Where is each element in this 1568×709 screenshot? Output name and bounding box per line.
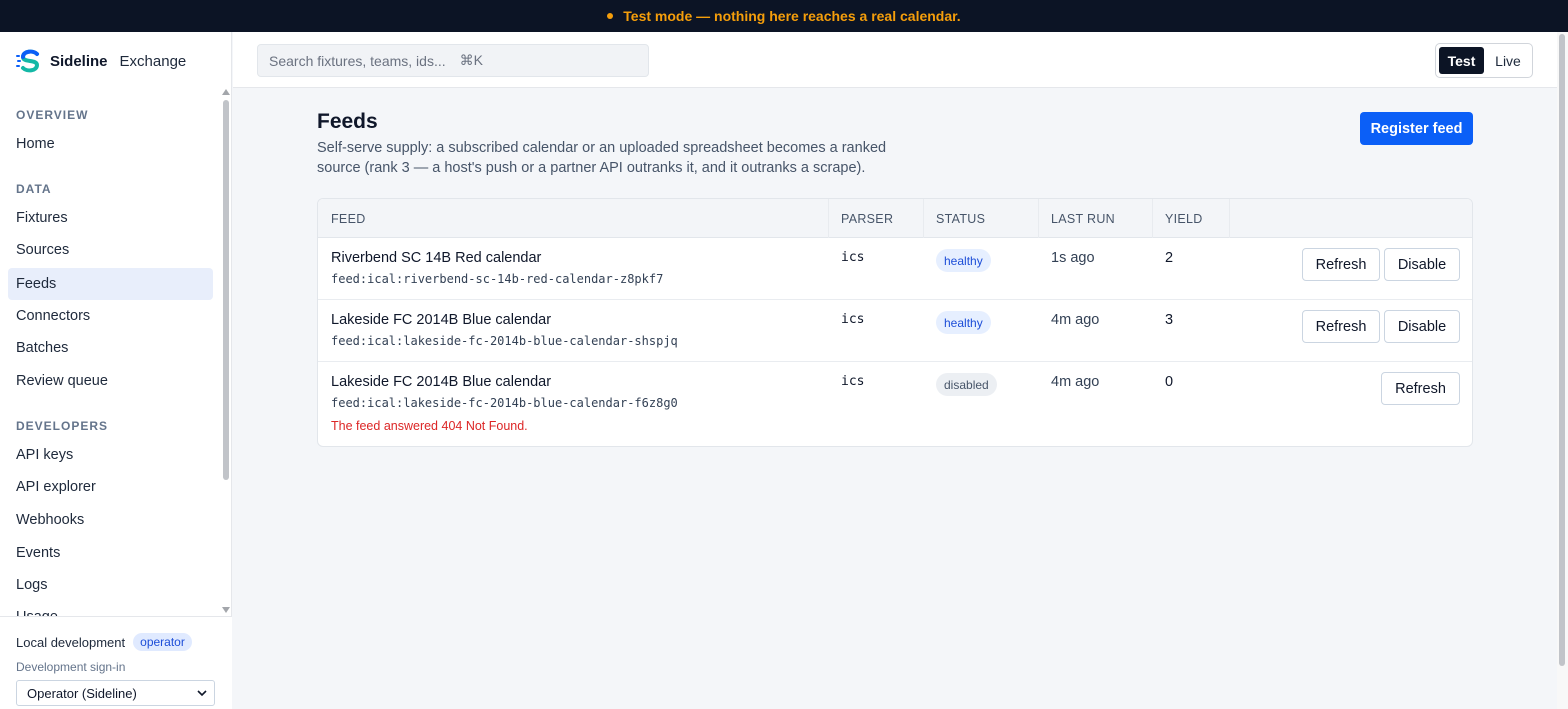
sidebar: Sideline Exchange OVERVIEW Home DATA Fixt… bbox=[0, 32, 232, 709]
section-overview: OVERVIEW bbox=[16, 108, 89, 122]
refresh-button[interactable]: Refresh bbox=[1302, 248, 1380, 281]
sidebar-item-usage[interactable]: Usage bbox=[8, 601, 213, 616]
feed-error-message: The feed answered 404 Not Found. bbox=[331, 419, 528, 433]
brand-suffix: Exchange bbox=[119, 52, 187, 70]
column-divider bbox=[828, 199, 829, 238]
column-divider bbox=[1229, 199, 1230, 238]
table-row: Riverbend SC 14B Red calendar feed:ical:… bbox=[318, 238, 1472, 300]
status-badge: healthy bbox=[936, 249, 991, 272]
column-feed: FEED bbox=[331, 212, 366, 226]
mode-toggle: Test Live bbox=[1435, 43, 1533, 78]
sidebar-item-home[interactable]: Home bbox=[8, 128, 213, 160]
sidebar-item-api-explorer[interactable]: API explorer bbox=[8, 471, 213, 503]
sidebar-item-logs[interactable]: Logs bbox=[8, 569, 213, 601]
feed-parser: ics bbox=[841, 250, 865, 265]
section-data: DATA bbox=[16, 182, 52, 196]
sidebar-item-review-queue[interactable]: Review queue bbox=[8, 365, 213, 397]
sidebar-scroll-thumb[interactable] bbox=[223, 100, 229, 480]
feeds-table: FEED PARSER STATUS LAST RUN YIELD Riverb… bbox=[317, 198, 1473, 447]
column-parser: PARSER bbox=[841, 212, 894, 226]
disable-button[interactable]: Disable bbox=[1384, 310, 1460, 343]
feed-last-run: 4m ago bbox=[1051, 374, 1100, 390]
page-scrollbar[interactable] bbox=[1557, 32, 1568, 709]
main-content: Feeds Self-serve supply: a subscribed ca… bbox=[317, 110, 1473, 447]
signin-select-value: Operator (Sideline) bbox=[27, 685, 137, 701]
test-mode-banner: Test mode — nothing here reaches a real … bbox=[0, 0, 1568, 32]
page-title: Feeds bbox=[317, 110, 378, 133]
refresh-button[interactable]: Refresh bbox=[1302, 310, 1380, 343]
feed-yield: 3 bbox=[1165, 312, 1174, 328]
column-divider bbox=[1152, 199, 1153, 238]
signin-label: Development sign-in bbox=[16, 660, 126, 674]
sidebar-nav: OVERVIEW Home DATA Fixtures Sources Feed… bbox=[0, 88, 220, 616]
sideline-logo-icon bbox=[16, 49, 40, 73]
column-status: STATUS bbox=[936, 212, 986, 226]
sidebar-footer: Local development operator Development s… bbox=[0, 616, 232, 709]
sidebar-item-api-keys[interactable]: API keys bbox=[8, 439, 213, 471]
table-row: Lakeside FC 2014B Blue calendar feed:ica… bbox=[318, 362, 1472, 446]
mode-test-button[interactable]: Test bbox=[1439, 47, 1484, 74]
column-last-run: LAST RUN bbox=[1051, 212, 1115, 226]
column-yield: YIELD bbox=[1165, 212, 1203, 226]
search-shortcut: ⌘K bbox=[459, 52, 483, 68]
scroll-down-arrow-icon[interactable] bbox=[222, 607, 230, 613]
page-subtitle: Self-serve supply: a subscribed calendar… bbox=[317, 140, 887, 176]
search-input[interactable]: Search fixtures, teams, ids... ⌘K bbox=[257, 44, 649, 77]
signin-select[interactable]: Operator (Sideline) bbox=[16, 680, 215, 706]
column-divider bbox=[1038, 199, 1039, 238]
test-mode-message: Test mode — nothing here reaches a real … bbox=[623, 8, 961, 24]
refresh-button[interactable]: Refresh bbox=[1381, 372, 1460, 405]
feed-yield: 0 bbox=[1165, 374, 1174, 390]
feed-name: Lakeside FC 2014B Blue calendar bbox=[331, 374, 552, 390]
sidebar-item-webhooks[interactable]: Webhooks bbox=[8, 504, 213, 536]
sidebar-item-batches[interactable]: Batches bbox=[8, 332, 213, 364]
status-badge: disabled bbox=[936, 373, 997, 396]
feed-yield: 2 bbox=[1165, 250, 1174, 266]
feed-parser: ics bbox=[841, 374, 865, 389]
environment-info: Local development operator bbox=[16, 633, 192, 651]
feed-name: Lakeside FC 2014B Blue calendar bbox=[331, 312, 552, 328]
table-row: Lakeside FC 2014B Blue calendar feed:ica… bbox=[318, 300, 1472, 362]
sidebar-item-events[interactable]: Events bbox=[8, 537, 213, 569]
role-badge: operator bbox=[133, 633, 192, 651]
status-badge: healthy bbox=[936, 311, 991, 334]
sidebar-item-feeds[interactable]: Feeds bbox=[8, 268, 213, 300]
feed-last-run: 4m ago bbox=[1051, 312, 1100, 328]
brand-name: Sideline bbox=[50, 52, 108, 70]
feed-id: feed:ical:riverbend-sc-14b-red-calendar-… bbox=[331, 272, 664, 286]
register-feed-button[interactable]: Register feed bbox=[1360, 112, 1473, 145]
mode-live-button[interactable]: Live bbox=[1487, 47, 1529, 74]
sidebar-scrollbar[interactable] bbox=[221, 88, 232, 616]
sidebar-item-connectors[interactable]: Connectors bbox=[8, 300, 213, 332]
section-developers: DEVELOPERS bbox=[16, 419, 109, 433]
brand[interactable]: Sideline Exchange bbox=[16, 49, 186, 73]
search-placeholder: Search fixtures, teams, ids... bbox=[269, 52, 446, 69]
disable-button[interactable]: Disable bbox=[1384, 248, 1460, 281]
environment-label: Local development bbox=[16, 634, 126, 650]
feed-name: Riverbend SC 14B Red calendar bbox=[331, 250, 542, 266]
sidebar-item-sources[interactable]: Sources bbox=[8, 234, 213, 266]
sidebar-item-fixtures[interactable]: Fixtures bbox=[8, 202, 213, 234]
page-scroll-thumb[interactable] bbox=[1559, 34, 1565, 666]
chevron-down-icon bbox=[197, 690, 207, 697]
warning-dot-icon bbox=[607, 13, 614, 19]
feed-id: feed:ical:lakeside-fc-2014b-blue-calenda… bbox=[331, 334, 678, 348]
top-header: Search fixtures, teams, ids... ⌘K Test L… bbox=[233, 32, 1557, 88]
scroll-up-arrow-icon[interactable] bbox=[222, 89, 230, 95]
feed-parser: ics bbox=[841, 312, 865, 327]
feed-last-run: 1s ago bbox=[1051, 250, 1095, 266]
feed-id: feed:ical:lakeside-fc-2014b-blue-calenda… bbox=[331, 396, 678, 410]
table-header: FEED PARSER STATUS LAST RUN YIELD bbox=[318, 199, 1472, 238]
column-divider bbox=[923, 199, 924, 238]
